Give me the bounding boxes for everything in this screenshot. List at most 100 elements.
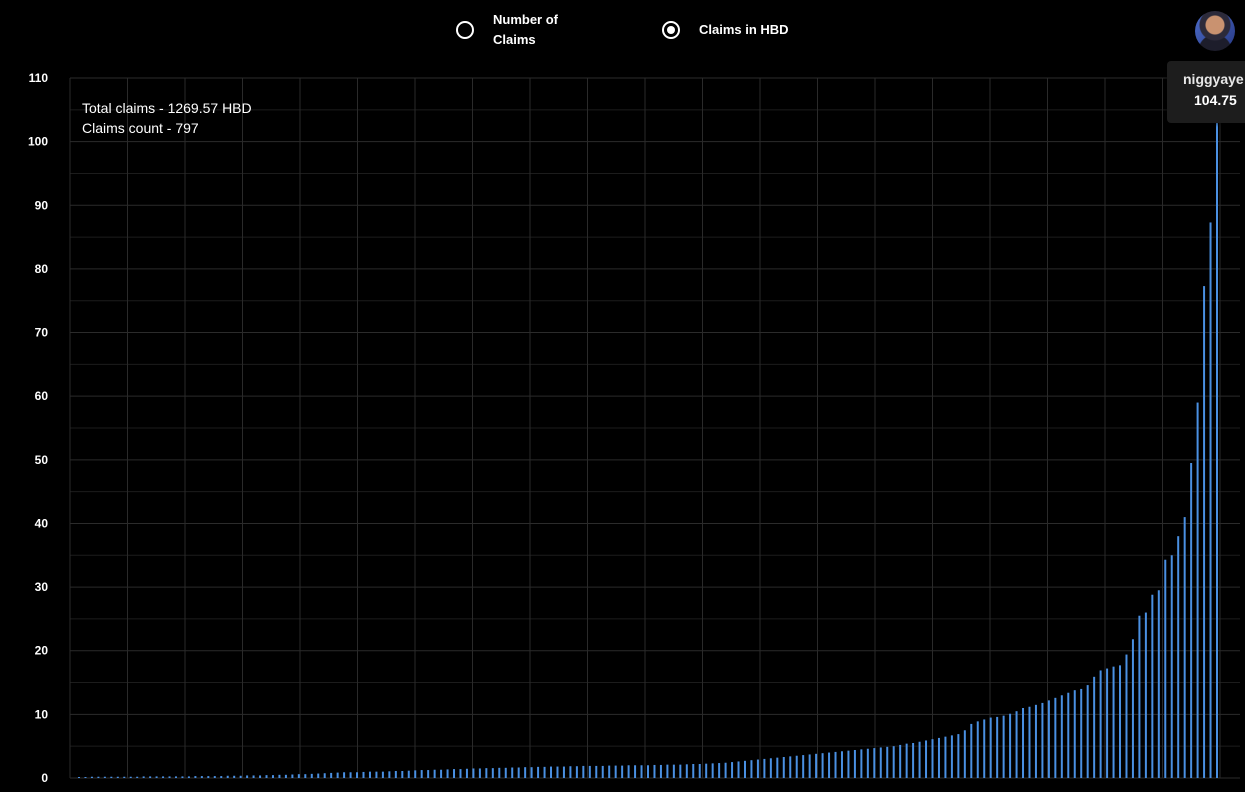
chart-bar bbox=[588, 765, 591, 778]
chart-bar bbox=[731, 762, 734, 778]
chart-bar bbox=[220, 776, 223, 778]
chart-bar bbox=[168, 776, 171, 778]
chart-bar bbox=[769, 758, 772, 778]
chart-bar bbox=[271, 775, 274, 778]
chart-bar bbox=[1022, 708, 1025, 778]
chart-bar bbox=[556, 766, 559, 778]
chart-bar bbox=[698, 764, 701, 778]
chart-bar bbox=[550, 766, 553, 778]
chart-bar bbox=[388, 771, 391, 778]
chart-bar bbox=[569, 766, 572, 778]
chart-bar bbox=[84, 777, 87, 778]
chart-bar bbox=[162, 776, 165, 778]
y-tick-label: 100 bbox=[28, 135, 48, 149]
chart-bar bbox=[776, 757, 779, 778]
chart-bar bbox=[110, 776, 113, 778]
chart-bar bbox=[601, 765, 604, 778]
chart-bar bbox=[944, 736, 947, 778]
chart-bar bbox=[866, 748, 869, 778]
chart-bar bbox=[886, 746, 889, 778]
chart-bar bbox=[963, 730, 966, 778]
chart-bar bbox=[129, 776, 132, 778]
chart-bar bbox=[802, 755, 805, 778]
chart-bar bbox=[498, 767, 501, 778]
chart-bar bbox=[310, 773, 313, 778]
chart-bar bbox=[1086, 685, 1089, 778]
chart-bar bbox=[983, 719, 986, 778]
chart-bar bbox=[989, 717, 992, 778]
chart-bar bbox=[336, 772, 339, 778]
bar-tooltip: niggyaye 104.75 bbox=[1167, 61, 1245, 123]
number-of-claims-option[interactable]: Number of Claims bbox=[456, 10, 583, 50]
chart-bar bbox=[1157, 590, 1160, 778]
chart-bar bbox=[485, 768, 488, 778]
chart-bar bbox=[517, 767, 520, 778]
chart-bar bbox=[815, 753, 818, 778]
chart-bar bbox=[970, 723, 973, 778]
chart-bar bbox=[304, 774, 307, 778]
chart-bar bbox=[1106, 668, 1109, 778]
chart-bar bbox=[724, 762, 727, 778]
chart-bar bbox=[149, 776, 152, 778]
chart-bar bbox=[1034, 704, 1037, 778]
chart-bar bbox=[511, 767, 514, 778]
radio-checked-icon[interactable] bbox=[662, 21, 680, 39]
chart-bar bbox=[291, 774, 294, 778]
chart-bar bbox=[1170, 555, 1173, 778]
chart-bar bbox=[233, 775, 236, 778]
chart-bar bbox=[433, 769, 436, 778]
chart-bar bbox=[608, 765, 611, 778]
chart-bar bbox=[672, 764, 675, 778]
chart-bar bbox=[407, 770, 410, 778]
y-tick-label: 0 bbox=[41, 771, 48, 785]
number-of-claims-label: Number of Claims bbox=[493, 12, 558, 47]
chart-bar bbox=[465, 768, 468, 778]
chart-bar bbox=[142, 776, 145, 778]
chart-bar bbox=[1028, 706, 1031, 778]
chart-bar bbox=[931, 739, 934, 778]
y-tick-label: 90 bbox=[35, 198, 49, 212]
chart-bar bbox=[1073, 690, 1076, 778]
chart-bar bbox=[582, 765, 585, 778]
y-tick-label: 20 bbox=[35, 644, 49, 658]
chart-bar bbox=[259, 775, 262, 778]
chart-bar bbox=[1164, 559, 1167, 778]
chart-bar bbox=[950, 735, 953, 778]
y-tick-label: 70 bbox=[35, 326, 49, 340]
y-tick-label: 10 bbox=[35, 707, 49, 721]
chart-bar bbox=[737, 761, 740, 778]
chart-bar bbox=[420, 770, 423, 778]
claims-in-hbd-option[interactable]: Claims in HBD bbox=[662, 20, 789, 40]
claims-in-hbd-label: Claims in HBD bbox=[699, 22, 789, 37]
chart-bar bbox=[330, 772, 333, 778]
chart-bar bbox=[860, 749, 863, 778]
chart-bar bbox=[685, 764, 688, 778]
chart-bar bbox=[207, 776, 210, 778]
y-tick-label: 50 bbox=[35, 453, 49, 467]
chart-bar bbox=[1015, 711, 1018, 778]
chart-bar bbox=[491, 768, 494, 778]
chart-bar bbox=[957, 734, 960, 778]
chart-bar bbox=[1203, 286, 1206, 778]
bar-chart-svg: 0 10 20 30 40 50 60 70 80 90 100 110 bbox=[28, 71, 1240, 785]
chart-bar bbox=[1060, 695, 1063, 778]
chart-bar bbox=[1183, 517, 1186, 778]
chart-bar bbox=[472, 768, 475, 778]
chart-bar bbox=[1067, 692, 1070, 778]
radio-unchecked-icon[interactable] bbox=[456, 21, 474, 39]
chart-bar bbox=[368, 771, 371, 778]
chart-bar bbox=[562, 766, 565, 778]
chart-bar bbox=[1041, 702, 1044, 778]
chart-bar bbox=[343, 772, 346, 778]
user-avatar-icon[interactable] bbox=[1195, 11, 1235, 51]
chart-bar bbox=[446, 769, 449, 778]
chart-bar bbox=[905, 743, 908, 778]
chart-bar bbox=[750, 760, 753, 778]
chart-bar bbox=[136, 776, 139, 778]
chart-bar bbox=[401, 771, 404, 778]
chart-bar bbox=[1125, 654, 1128, 778]
chart-bar bbox=[1112, 666, 1115, 778]
chart-bar bbox=[873, 748, 876, 778]
chart-bar bbox=[90, 776, 93, 778]
chart-bar bbox=[1054, 697, 1057, 778]
